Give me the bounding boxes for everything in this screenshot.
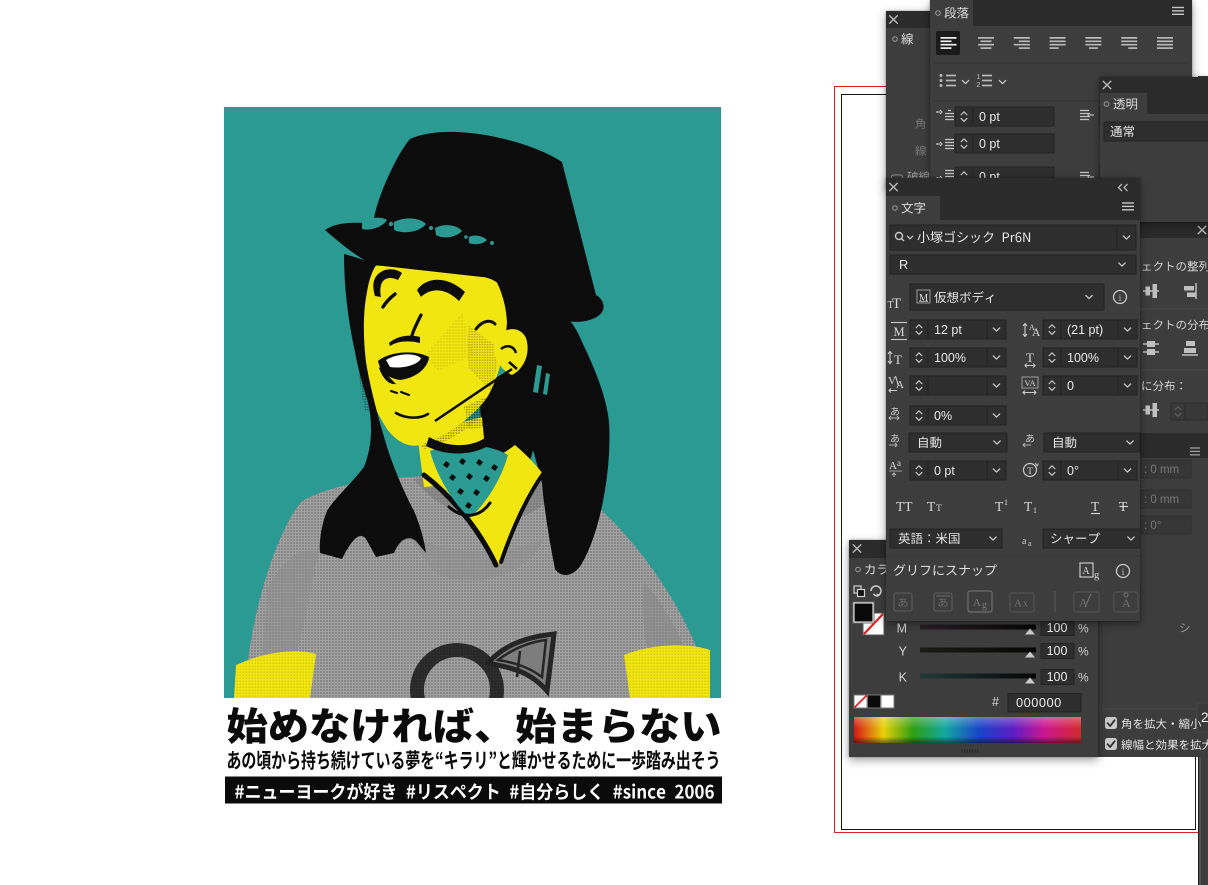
svg-text:T: T	[1091, 499, 1100, 514]
svg-text:M: M	[919, 293, 929, 304]
svg-text:R: R	[899, 257, 908, 272]
svg-text:100%: 100%	[934, 351, 966, 365]
svg-text:a: a	[897, 458, 901, 468]
svg-text:A: A	[1029, 323, 1035, 332]
svg-text:1: 1	[1033, 506, 1037, 515]
svg-text:T: T	[936, 504, 942, 514]
svg-text:1: 1	[1004, 498, 1008, 507]
svg-text:%: %	[1078, 645, 1089, 659]
svg-text:2: 2	[976, 80, 980, 89]
svg-text:TT: TT	[896, 499, 913, 514]
svg-text:: 0 mm: : 0 mm	[1144, 494, 1179, 506]
svg-text:V: V	[888, 375, 896, 387]
svg-text:M: M	[893, 325, 904, 339]
svg-text:A: A	[889, 460, 897, 472]
svg-text:T: T	[894, 352, 902, 367]
svg-text:#: #	[992, 695, 999, 709]
svg-text:g: g	[1094, 570, 1100, 581]
svg-text:T: T	[927, 499, 936, 514]
svg-text:100: 100	[1047, 644, 1068, 658]
svg-text:%: %	[1078, 622, 1089, 636]
svg-text:A: A	[1014, 598, 1022, 610]
svg-text:2: 2	[1201, 710, 1208, 725]
svg-text:0 pt: 0 pt	[934, 464, 955, 478]
svg-text:(21 pt): (21 pt)	[1067, 323, 1103, 337]
svg-text:Y: Y	[899, 645, 908, 659]
svg-text:12 pt: 12 pt	[934, 323, 962, 337]
svg-text:100: 100	[1047, 670, 1068, 684]
svg-text:100%: 100%	[1067, 351, 1099, 365]
svg-text:a: a	[1022, 536, 1027, 547]
svg-text:A: A	[1122, 596, 1131, 610]
svg-text:0: 0	[1067, 379, 1074, 393]
svg-text:VA: VA	[1024, 378, 1036, 388]
svg-text:0%: 0%	[934, 409, 952, 423]
svg-text:T: T	[1027, 467, 1033, 477]
svg-text:000000: 000000	[1016, 695, 1062, 710]
svg-text:M: M	[897, 622, 907, 636]
svg-text:T: T	[888, 300, 894, 311]
svg-text:0 pt: 0 pt	[979, 110, 1000, 124]
svg-text:A: A	[1082, 566, 1090, 577]
svg-text:0 pt: 0 pt	[979, 137, 1000, 151]
svg-text:: 0°: : 0°	[1144, 520, 1161, 532]
svg-text:T: T	[995, 499, 1004, 514]
svg-text:: 0 mm: : 0 mm	[1144, 464, 1179, 476]
svg-text:A: A	[973, 597, 981, 609]
svg-text:a: a	[1028, 539, 1032, 548]
svg-text:%: %	[1078, 671, 1089, 685]
svg-text:T: T	[1024, 499, 1033, 514]
svg-text:g: g	[982, 600, 987, 611]
svg-text:K: K	[899, 671, 908, 685]
svg-text:T: T	[1026, 350, 1034, 365]
svg-text:0°: 0°	[1067, 464, 1079, 478]
svg-text:x: x	[1023, 599, 1028, 610]
svg-text:100: 100	[1047, 621, 1068, 635]
